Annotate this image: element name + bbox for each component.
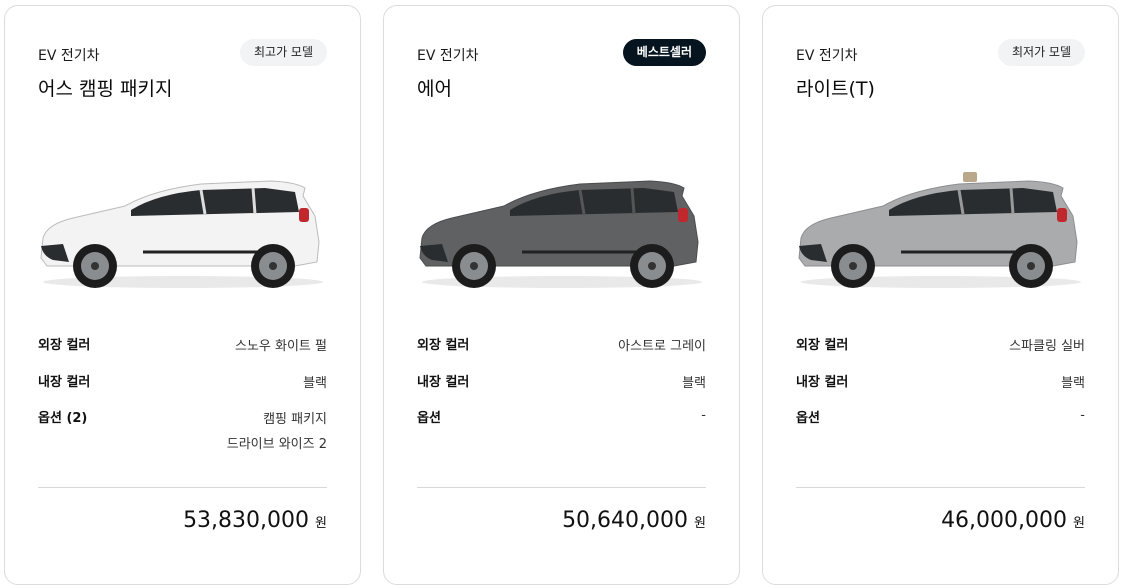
model-name: 에어 [417, 78, 452, 100]
interior-color-value: 블랙 [1061, 376, 1085, 391]
interior-color-value: 블랙 [682, 376, 706, 391]
interior-color-label: 내장 컬러 [417, 375, 470, 390]
price-currency: 원 [315, 516, 327, 531]
bestseller-badge: 베스트셀러 [622, 39, 706, 66]
car-image [798, 172, 1081, 288]
trim-card-earth-camping[interactable]: EV 전기차 최고가 모델 어스 캠핑 패키지 외장 컬러 스노우 화이트 펄 … [4, 5, 361, 585]
car-body-group [798, 172, 1081, 288]
divider [796, 487, 1085, 488]
price: 46,000,000 원 [941, 508, 1085, 533]
option-value: - [1080, 408, 1085, 423]
divider [417, 487, 706, 488]
option-label: 옵션 (2) [38, 411, 88, 426]
option-label: 옵션 [796, 411, 820, 426]
trim-card-light[interactable]: EV 전기차 최저가 모델 라이트(T) 외장 컬러 스파클링 실버 내장 컬러… [762, 5, 1119, 585]
price-rank-badge: 최저가 모델 [997, 39, 1085, 66]
category-label: EV 전기차 [38, 48, 100, 64]
price-rank-badge: 최고가 모델 [239, 39, 327, 66]
exterior-color-value: 스노우 화이트 펄 [235, 339, 327, 354]
car-image [40, 180, 323, 288]
price: 53,830,000 원 [183, 508, 327, 533]
car-body-group [40, 180, 323, 288]
model-name: 라이트(T) [796, 78, 875, 100]
interior-color-value: 블랙 [303, 376, 327, 391]
option-value: 드라이브 와이즈 2 [226, 437, 327, 452]
exterior-color-label: 외장 컬러 [417, 338, 470, 353]
car-image [419, 180, 702, 288]
price-currency: 원 [694, 516, 706, 531]
trim-card-air[interactable]: EV 전기차 베스트셀러 에어 외장 컬러 아스트로 그레이 내장 컬러 블랙 … [383, 5, 740, 585]
option-label: 옵션 [417, 411, 441, 426]
option-value: 캠핑 패키지 [263, 412, 327, 427]
exterior-color-value: 아스트로 그레이 [618, 339, 706, 354]
price-amount: 46,000,000 [941, 508, 1068, 533]
car-body-group [419, 180, 702, 288]
price-currency: 원 [1073, 516, 1085, 531]
price: 50,640,000 원 [562, 508, 706, 533]
model-name: 어스 캠핑 패키지 [38, 78, 173, 100]
interior-color-label: 내장 컬러 [796, 375, 849, 390]
option-value: - [701, 408, 706, 423]
category-label: EV 전기차 [417, 48, 479, 64]
category-label: EV 전기차 [796, 48, 858, 64]
divider [38, 487, 327, 488]
exterior-color-label: 외장 컬러 [38, 338, 91, 353]
price-amount: 53,830,000 [183, 508, 310, 533]
price-amount: 50,640,000 [562, 508, 689, 533]
interior-color-label: 내장 컬러 [38, 375, 91, 390]
exterior-color-label: 외장 컬러 [796, 338, 849, 353]
exterior-color-value: 스파클링 실버 [1009, 339, 1085, 354]
